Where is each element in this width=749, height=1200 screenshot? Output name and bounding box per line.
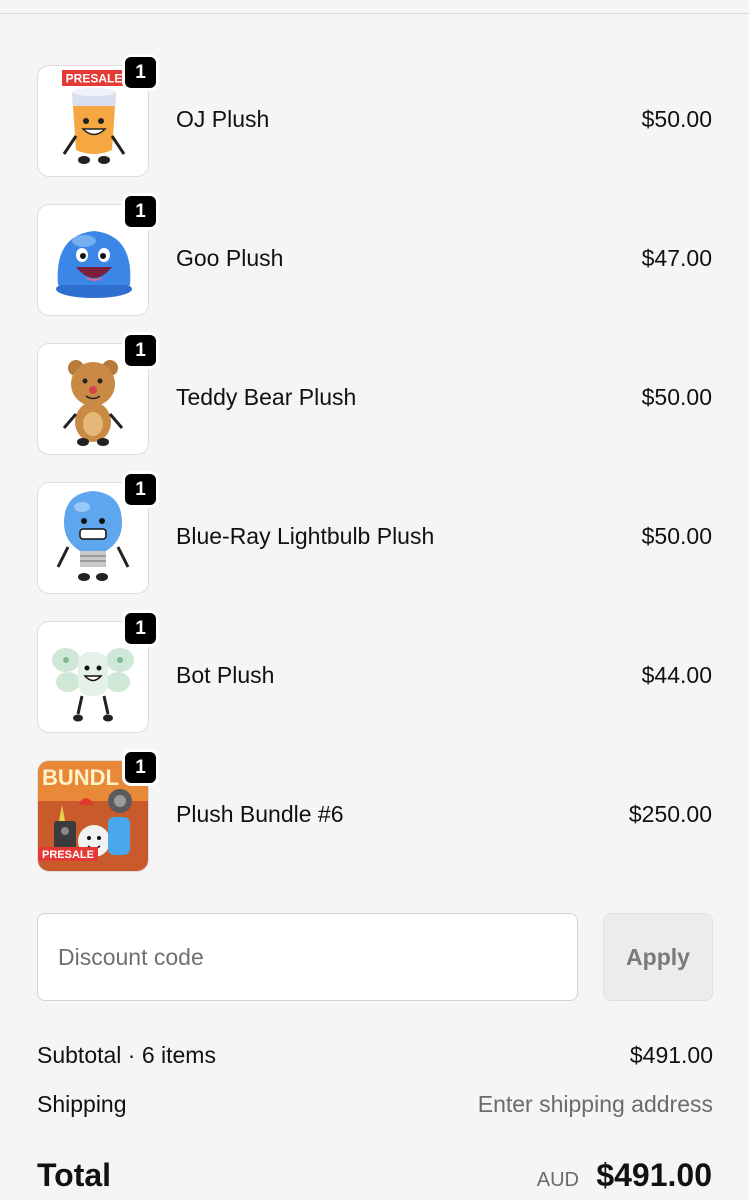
shipping-label: Shipping: [37, 1091, 127, 1117]
item-price: $50.00: [641, 523, 712, 549]
cart-item[interactable]: 1 Goo Plush $47.00: [0, 193, 749, 316]
cart-item[interactable]: 1 Teddy Bear Plush $50.00: [0, 332, 749, 455]
total-value: $491.00: [596, 1157, 712, 1193]
quantity-badge: 1: [122, 471, 159, 508]
cart-item[interactable]: 1 Bot Plush $44.00: [0, 610, 749, 733]
total-currency: AUD: [536, 1169, 579, 1191]
item-name: Teddy Bear Plush: [176, 384, 357, 410]
total-label: Total: [37, 1157, 112, 1193]
item-name: Blue-Ray Lightbulb Plush: [176, 523, 435, 549]
item-name: Goo Plush: [176, 245, 284, 271]
item-price: $50.00: [641, 106, 712, 132]
item-price: $47.00: [641, 245, 712, 271]
presale-label: PRESALE: [66, 72, 123, 86]
subtotal-label: Subtotal · 6 items: [37, 1042, 216, 1068]
apply-discount-button[interactable]: Apply: [603, 913, 713, 1001]
quantity-badge: 1: [122, 749, 159, 786]
quantity-badge: 1: [122, 332, 159, 369]
cart-item[interactable]: BUNDL PRESALE 1 Plush Bundle #6 $250.00: [0, 749, 749, 872]
item-name: Bot Plush: [176, 662, 275, 688]
shipping-value: Enter shipping address: [477, 1091, 713, 1117]
discount-code-input[interactable]: [37, 913, 578, 1001]
subtotal-value: $491.00: [629, 1042, 713, 1068]
quantity-badge: 1: [122, 610, 159, 647]
presale-label: PRESALE: [42, 849, 94, 861]
bundle-banner-text: BUNDL: [42, 765, 119, 790]
cart-item[interactable]: PRESALE 1 OJ Plush $50.00: [0, 54, 749, 177]
item-price: $250.00: [628, 801, 712, 827]
quantity-badge: 1: [122, 193, 159, 230]
cart-item[interactable]: 1 Blue-Ray Lightbulb Plush $50.00: [0, 471, 749, 594]
item-name: Plush Bundle #6: [176, 801, 344, 827]
item-price: $44.00: [641, 662, 712, 688]
item-price: $50.00: [641, 384, 712, 410]
header-divider: [0, 13, 749, 14]
item-name: OJ Plush: [176, 106, 270, 132]
quantity-badge: 1: [122, 54, 159, 91]
